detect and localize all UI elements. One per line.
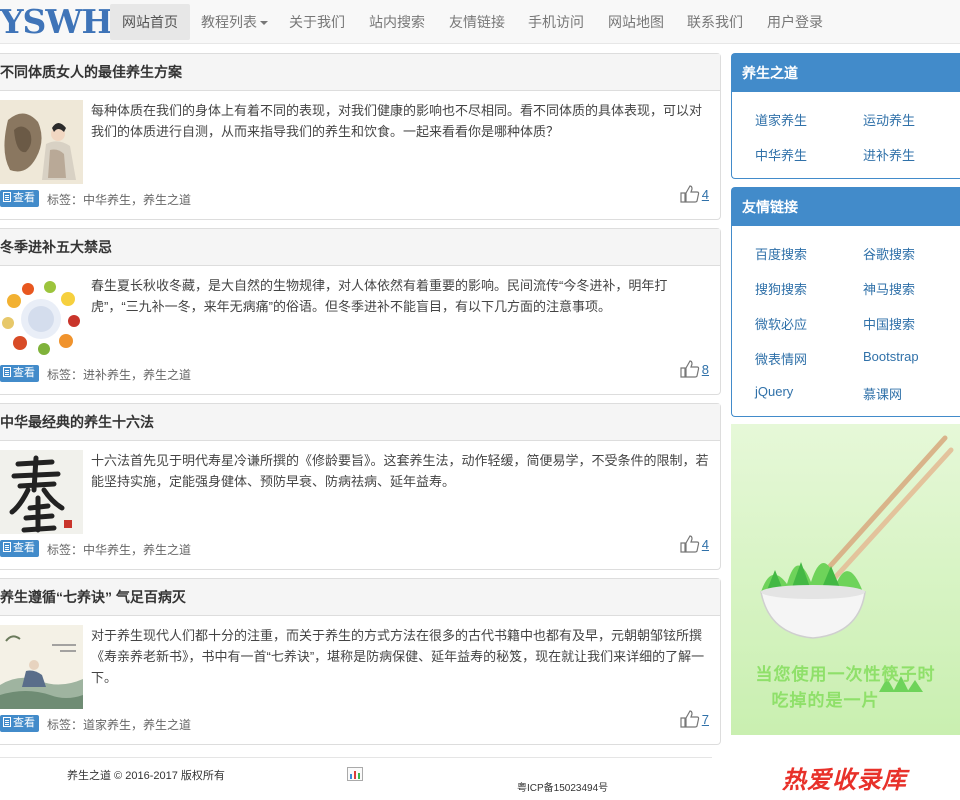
friend-link[interactable]: 中国搜索: [863, 314, 915, 333]
category-link[interactable]: 中华养生: [755, 145, 807, 164]
panel-title: 养生之道: [732, 54, 960, 92]
article-thumbnail[interactable]: [0, 100, 83, 184]
like-count: 7: [701, 712, 709, 727]
article-tags: 标签：中华养生，养生之道: [47, 543, 192, 557]
article-tags: 标签：进补养生，养生之道: [47, 368, 192, 382]
article-card: 中华最经典的养生十六法 十六法首先见于明代寿星冷谦所撰的《修龄要旨》。这套养生法…: [0, 403, 721, 570]
article-card: 养生遵循“七养诀” 气足百病灭 对于养生现代人们都十分的注重，而关于养生的方式方…: [0, 578, 721, 745]
nav-sitemap[interactable]: 网站地图: [596, 4, 676, 40]
nav-tutorials[interactable]: 教程列表: [189, 4, 280, 40]
nav-home[interactable]: 网站首页: [110, 4, 190, 40]
ad-text-line2: 吃掉的是一片: [771, 691, 880, 710]
top-navbar: YSWHO 网站首页 教程列表 关于我们 站内搜索 友情链接 手机访问 网站地图…: [0, 0, 960, 44]
thumbs-up-icon: [680, 535, 699, 553]
view-button[interactable]: 查看: [0, 715, 39, 732]
ad-text-line1: 当您使用一次性筷子时: [755, 665, 936, 684]
view-button[interactable]: 查看: [0, 540, 39, 557]
friend-link[interactable]: 谷歌搜索: [863, 244, 915, 263]
friend-link[interactable]: 百度搜索: [755, 244, 807, 263]
view-button-label: 查看: [13, 192, 35, 204]
sidebar-ad-banner[interactable]: 当您使用一次性筷子时 吃掉的是一片: [731, 424, 960, 735]
like-button[interactable]: 4: [680, 535, 709, 553]
category-link[interactable]: 进补养生: [863, 145, 915, 164]
thumbs-up-icon: [680, 360, 699, 378]
nav-about[interactable]: 关于我们: [277, 4, 357, 40]
nav-mobile[interactable]: 手机访问: [516, 4, 596, 40]
friend-link[interactable]: 慕课网: [863, 384, 902, 403]
view-button-label: 查看: [13, 717, 35, 729]
thumbs-up-icon: [680, 185, 699, 203]
watermark: 热爱收录库: [782, 767, 907, 794]
category-link[interactable]: 道家养生: [755, 110, 807, 129]
article-card: 不同体质女人的最佳养生方案 每种体质在我们的身体上有着不同的表现，对我们健康的影…: [0, 53, 721, 220]
panel-title: 友情链接: [732, 188, 960, 226]
article-title[interactable]: 养生遵循“七养诀” 气足百病灭: [0, 579, 720, 616]
article-thumbnail[interactable]: [0, 625, 83, 709]
nav-friend-links[interactable]: 友情链接: [437, 4, 517, 40]
friend-link[interactable]: 搜狗搜索: [755, 279, 807, 298]
article-summary: 对于养生现代人们都十分的注重，而关于养生的方式方法在很多的古代书籍中也都有及早，…: [91, 628, 705, 685]
category-panel: 养生之道 道家养生 运动养生 中华养生 进补养生: [731, 53, 960, 179]
like-button[interactable]: 7: [680, 710, 709, 728]
article-title[interactable]: 中华最经典的养生十六法: [0, 404, 720, 441]
document-icon: [3, 192, 11, 202]
document-icon: [3, 542, 11, 552]
nav-login[interactable]: 用户登录: [755, 4, 835, 40]
friend-link[interactable]: Bootstrap: [863, 349, 919, 364]
like-button[interactable]: 8: [680, 360, 709, 378]
view-button-label: 查看: [13, 542, 35, 554]
friend-link[interactable]: 微表情网: [755, 349, 807, 368]
document-icon: [3, 367, 11, 377]
caret-down-icon: [260, 21, 268, 26]
friend-links-panel: 友情链接 百度搜索 谷歌搜索 搜狗搜索 神马搜索 微软必应 中国搜索 微表情网 …: [731, 187, 960, 417]
article-title[interactable]: 不同体质女人的最佳养生方案: [0, 54, 720, 91]
nav-contact[interactable]: 联系我们: [675, 4, 755, 40]
article-summary: 十六法首先见于明代寿星冷谦所撰的《修龄要旨》。这套养生法，动作轻缓，简便易学，不…: [91, 453, 709, 489]
view-button[interactable]: 查看: [0, 190, 39, 207]
like-count: 4: [701, 187, 709, 202]
like-button[interactable]: 4: [680, 185, 709, 203]
document-icon: [3, 717, 11, 727]
footer-icp[interactable]: 粤ICP备15023494号: [517, 779, 608, 794]
friend-link[interactable]: 微软必应: [755, 314, 807, 333]
stats-badge-icon[interactable]: [347, 767, 363, 781]
category-link[interactable]: 运动养生: [863, 110, 915, 129]
article-tags: 标签：道家养生，养生之道: [47, 718, 192, 732]
article-thumbnail[interactable]: [0, 275, 83, 359]
like-count: 8: [701, 362, 709, 377]
article-summary: 每种体质在我们的身体上有着不同的表现，对我们健康的影响也不尽相同。看不同体质的具…: [91, 103, 703, 139]
article-thumbnail[interactable]: [0, 450, 83, 534]
like-count: 4: [701, 537, 709, 552]
article-tags: 标签：中华养生，养生之道: [47, 193, 192, 207]
friend-link[interactable]: 神马搜索: [863, 279, 915, 298]
view-button[interactable]: 查看: [0, 365, 39, 382]
footer-divider: [0, 757, 712, 758]
article-summary: 春生夏长秋收冬藏，是大自然的生物规律，对人体依然有着重要的影响。民间流传“今冬进…: [91, 278, 668, 314]
nav-tutorials-label: 教程列表: [201, 14, 257, 30]
nav-search[interactable]: 站内搜索: [357, 4, 437, 40]
friend-link[interactable]: jQuery: [755, 384, 793, 399]
view-button-label: 查看: [13, 367, 35, 379]
article-card: 冬季进补五大禁忌 春生夏长秋收冬藏，是大自然的生物规律，对人体依然有着重要的影响…: [0, 228, 721, 395]
thumbs-up-icon: [680, 710, 699, 728]
article-title[interactable]: 冬季进补五大禁忌: [0, 229, 720, 266]
footer-copyright: 养生之道 © 2016-2017 版权所有: [67, 770, 225, 782]
